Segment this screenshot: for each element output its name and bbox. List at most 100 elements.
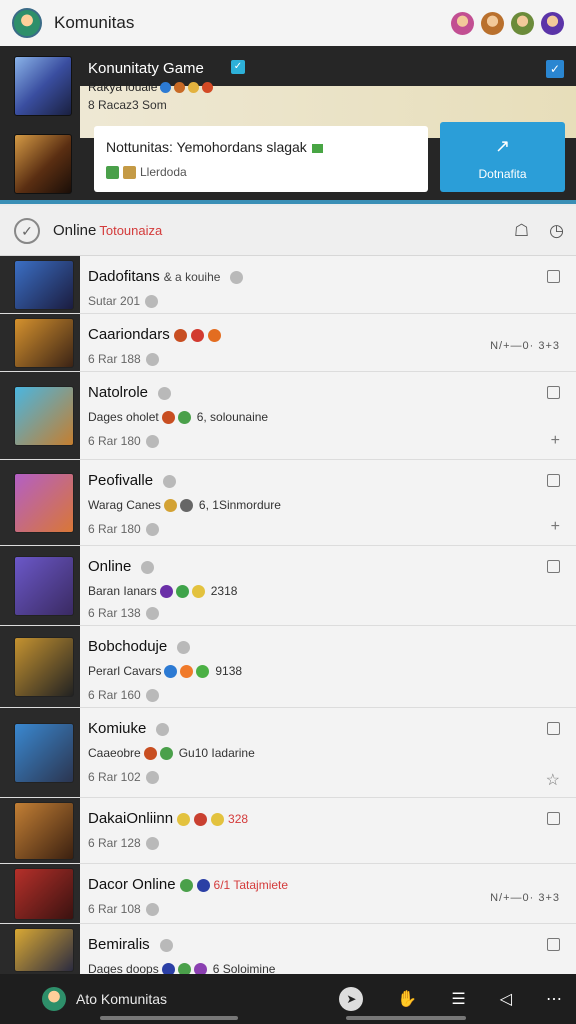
community-list: Dadofitans & a kouihe Sutar 201 Caariondars…: [0, 256, 576, 976]
row-meta: 6 Rar 138: [88, 606, 159, 620]
flag-icon: [311, 143, 323, 153]
add-icon[interactable]: +: [551, 432, 560, 450]
corner-check-icon[interactable]: ✓: [546, 60, 564, 78]
back-icon[interactable]: ◁: [500, 989, 512, 1009]
row-thumbnail[interactable]: [14, 868, 74, 920]
notice-card[interactable]: Nottunitas: Yemohordans slagak Llerdoda: [94, 126, 428, 192]
list-item[interactable]: Bobchoduje Perarl Cavars 9138 6 Rar 160: [0, 626, 576, 708]
row-title: Natolrole: [88, 384, 172, 401]
cta-button[interactable]: ↗ Dotnafita: [440, 122, 565, 192]
row-subtitle: Baran Ianars 2318: [88, 584, 238, 598]
app-logo-icon[interactable]: [12, 8, 42, 38]
row-title: Bemiralis: [88, 936, 173, 953]
filter-check-icon[interactable]: ✓: [14, 217, 40, 244]
bottom-label[interactable]: Ato Komunitas: [76, 991, 167, 1007]
notice-title: Nottunitas: Yemohordans slagak: [106, 139, 416, 155]
row-title: Peofivalle: [88, 472, 177, 489]
filter-label[interactable]: Online: [53, 222, 96, 239]
hero-card: Konunitaty Game ✓ ✓ Rakya louale 8 Racaz…: [0, 46, 576, 204]
row-thumbnail[interactable]: [14, 386, 74, 446]
verified-check-icon[interactable]: ✓: [231, 60, 245, 74]
select-checkbox[interactable]: [547, 812, 560, 825]
row-title: Online: [88, 558, 155, 575]
hero-thumbnail-2[interactable]: [14, 134, 72, 194]
profile-avatar[interactable]: [42, 987, 66, 1011]
select-checkbox[interactable]: [547, 270, 560, 283]
row-meta: 6 Rar 128: [88, 836, 159, 850]
status-dot: [156, 722, 170, 736]
row-thumbnail[interactable]: [14, 318, 74, 368]
top-avatar-4[interactable]: [541, 11, 564, 35]
list-item[interactable]: Dacor Online 6/1 Tatajmiete 6 Rar 108 N/+—0…: [0, 864, 576, 924]
select-checkbox[interactable]: [547, 386, 560, 399]
select-checkbox[interactable]: [547, 474, 560, 487]
bottom-bar: Ato Komunitas ➤ ✋ ☰ ◁ ⋯: [0, 974, 576, 1024]
clock-icon[interactable]: ◷: [549, 221, 564, 241]
hero-thumbnail-1[interactable]: [14, 56, 72, 116]
row-thumbnail[interactable]: [14, 260, 74, 310]
add-icon[interactable]: +: [551, 518, 560, 536]
status-dot: [159, 938, 173, 952]
row-meta: 6 Rar 180: [88, 522, 159, 536]
hero-line-2: 8 Racaz3 Som: [88, 98, 167, 112]
hero-title: Konunitaty Game: [88, 60, 204, 77]
list-item[interactable]: Online Baran Ianars 2318 6 Rar 138: [0, 546, 576, 626]
list-item[interactable]: Bemiralis Daqes doops 6 Soloimine: [0, 924, 576, 976]
filter-icons: ☖ ◷: [514, 221, 576, 241]
app-title: Komunitas: [54, 13, 135, 32]
home-indicator: [100, 1016, 238, 1020]
status-dot: [158, 386, 172, 400]
row-title: Caariondars: [88, 326, 221, 343]
filter-bar: ✓ Online Totounaiza ☖ ◷: [0, 206, 576, 256]
top-avatar-2[interactable]: [481, 11, 504, 35]
row-meta: 6 Rar 188: [88, 352, 159, 366]
row-title: Komiuke: [88, 720, 170, 737]
hand-icon[interactable]: ✋: [397, 989, 417, 1009]
list-item[interactable]: Dadofitans & a kouihe Sutar 201: [0, 256, 576, 314]
row-thumbnail[interactable]: [14, 556, 74, 616]
top-avatar-1[interactable]: [451, 11, 474, 35]
bookmark-icon[interactable]: ☖: [514, 221, 529, 241]
row-title: Dacor Online 6/1 Tatajmiete: [88, 876, 289, 893]
top-avatar-3[interactable]: [511, 11, 534, 35]
row-thumbnail[interactable]: [14, 723, 74, 783]
status-dot: [177, 640, 191, 654]
row-meta: 6 Rar 108: [88, 902, 159, 916]
row-title: Bobchoduje: [88, 638, 191, 655]
top-bar: Komunitas: [0, 0, 576, 46]
row-thumbnail[interactable]: [14, 802, 74, 860]
row-meta: 6 Rar 160: [88, 688, 159, 702]
row-thumbnail[interactable]: [14, 637, 74, 697]
status-dot: [230, 270, 244, 284]
select-checkbox[interactable]: [547, 938, 560, 951]
top-avatars: [451, 11, 564, 35]
bottom-icons: ➤ ✋ ☰ ◁ ⋯: [339, 987, 562, 1011]
row-thumbnail[interactable]: [14, 473, 74, 533]
list-item[interactable]: Caariondars 6 Rar 188 N/+—0· 3+3: [0, 314, 576, 372]
tag-icon: [106, 165, 119, 179]
list-item[interactable]: DakaiOnliinn 328 6 Rar 128: [0, 798, 576, 864]
row-thumbnail[interactable]: [14, 928, 74, 972]
row-title: DakaiOnliinn 328: [88, 810, 249, 827]
row-meta: Sutar 201: [88, 294, 159, 308]
row-subtitle: Dages oholet 6, solounaine: [88, 410, 269, 424]
more-icon[interactable]: ⋯: [546, 989, 562, 1009]
hero-line-1: Rakya louale: [88, 80, 214, 94]
list-item[interactable]: Komiuke Caaeobre Gu10 Iadarine 6 Rar 102 ☆: [0, 708, 576, 798]
row-controls[interactable]: N/+—0· 3+3: [490, 340, 560, 352]
select-checkbox[interactable]: [547, 722, 560, 735]
list-icon[interactable]: ☰: [451, 989, 465, 1009]
row-subtitle: Warag Canes 6, 1Sinmordure: [88, 498, 281, 512]
list-item[interactable]: Peofivalle Warag Canes 6, 1Sinmordure 6 Rar…: [0, 460, 576, 546]
cta-label: Dotnafita: [478, 167, 527, 181]
select-checkbox[interactable]: [547, 560, 560, 573]
status-dot: [163, 474, 177, 488]
list-item[interactable]: Natolrole Dages oholet 6, solounaine 6 Rar …: [0, 372, 576, 460]
compass-icon[interactable]: ➤: [339, 987, 364, 1011]
status-dot: [141, 560, 155, 574]
row-controls[interactable]: N/+—0· 3+3: [490, 892, 560, 904]
row-subtitle: Caaeobre Gu10 Iadarine: [88, 746, 255, 760]
row-subtitle: Perarl Cavars 9138: [88, 664, 243, 678]
home-indicator-right: [346, 1016, 466, 1020]
star-icon[interactable]: ☆: [546, 770, 560, 790]
